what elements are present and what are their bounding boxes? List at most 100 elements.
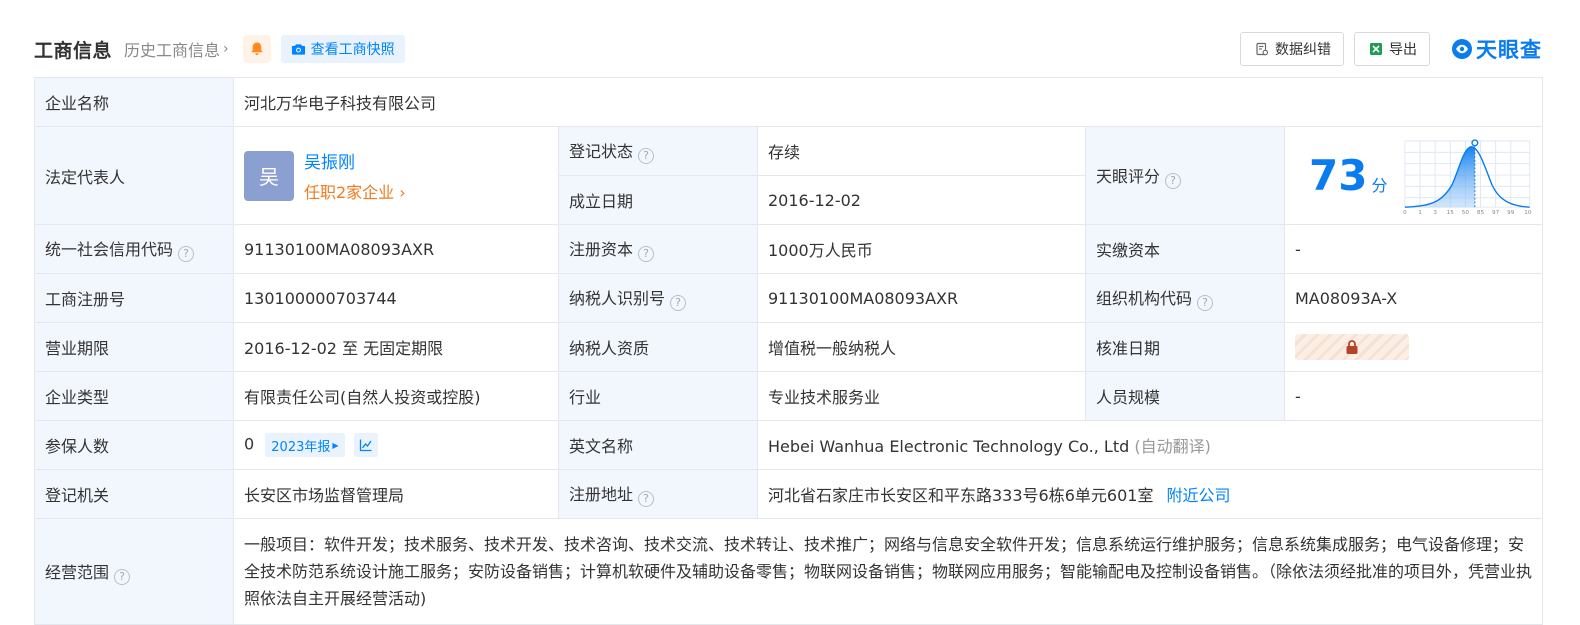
reg-capital-label-cell: 注册资本? bbox=[558, 224, 758, 274]
authority-value: 长安区市场监督管理局 bbox=[233, 469, 559, 519]
tianyancha-logo-icon bbox=[1452, 39, 1472, 59]
authority-label: 登记机关 bbox=[34, 469, 234, 519]
table-row: 统一社会信用代码? 91130100MA08093AXR 注册资本? 1000万… bbox=[34, 224, 1544, 274]
help-icon[interactable]: ? bbox=[114, 568, 131, 585]
help-icon[interactable]: ? bbox=[178, 246, 195, 262]
chevron-right-icon: › bbox=[399, 183, 406, 202]
type-value: 有限责任公司(自然人投资或控股) bbox=[233, 371, 559, 421]
tax-qual-value: 增值税一般纳税人 bbox=[757, 322, 1086, 372]
table-row: 经营范围? 一般项目：软件开发；技术服务、技术开发、技术咨询、技术交流、技术转让… bbox=[34, 518, 1544, 625]
address-value: 河北省石家庄市长安区和平东路333号6栋6单元601室 bbox=[768, 486, 1154, 505]
excel-icon bbox=[1370, 43, 1382, 55]
term-label: 营业期限 bbox=[34, 322, 234, 372]
status-label: 登记状态 bbox=[569, 142, 634, 161]
table-row: 企业名称 河北万华电子科技有限公司 bbox=[34, 77, 1544, 127]
org-code-value: MA08093A-X bbox=[1283, 273, 1544, 323]
score-axis-tick: 3 bbox=[1434, 209, 1438, 215]
type-label: 企业类型 bbox=[34, 371, 234, 421]
section-header: 工商信息 历史工商信息 › 查看工商快照 数据纠错 导出 天眼查 bbox=[34, 32, 1542, 66]
table-row: 登记机关 长安区市场监督管理局 注册地址? 河北省石家庄市长安区和平东路333号… bbox=[34, 469, 1544, 519]
help-icon[interactable]: ? bbox=[1165, 172, 1182, 189]
annual-report-label: 2023年报 bbox=[271, 439, 331, 455]
credit-code-label: 统一社会信用代码 bbox=[45, 240, 174, 259]
approval-date-label: 核准日期 bbox=[1085, 322, 1285, 372]
export-button[interactable]: 导出 bbox=[1354, 32, 1430, 66]
legal-rep-label: 法定代表人 bbox=[34, 126, 234, 225]
help-icon[interactable]: ? bbox=[638, 491, 655, 507]
data-correction-button[interactable]: 数据纠错 bbox=[1240, 32, 1344, 66]
help-icon[interactable]: ? bbox=[1197, 295, 1214, 311]
staff-value: - bbox=[1283, 371, 1544, 421]
approval-date-cell bbox=[1283, 322, 1544, 372]
legal-rep-jobs-link[interactable]: 任职2家企业 › bbox=[304, 179, 406, 203]
term-value: 2016-12-02 至 无固定期限 bbox=[233, 322, 559, 372]
scope-label: 经营范围 bbox=[45, 562, 110, 582]
english-name-cell: Hebei Wanhua Electronic Technology Co., … bbox=[756, 420, 1544, 470]
logo-text: 天眼查 bbox=[1476, 38, 1542, 62]
chevron-right-icon: › bbox=[223, 41, 229, 57]
tianyancha-logo[interactable]: 天眼查 bbox=[1450, 34, 1542, 64]
view-snapshot-button[interactable]: 查看工商快照 bbox=[280, 35, 405, 63]
insured-value: 0 bbox=[244, 434, 255, 454]
address-label: 注册地址 bbox=[569, 485, 634, 504]
table-row: 企业类型 有限责任公司(自然人投资或控股) 行业 专业技术服务业 人员规模 - bbox=[34, 371, 1544, 421]
annual-report-tag[interactable]: 2023年报 ▶ bbox=[265, 433, 345, 457]
locked-value-box[interactable] bbox=[1295, 334, 1409, 360]
score-axis-tick: 15 bbox=[1447, 209, 1455, 215]
industry-label: 行业 bbox=[558, 371, 758, 421]
help-icon[interactable]: ? bbox=[638, 148, 655, 164]
business-info-panel: 工商信息 历史工商信息 › 查看工商快照 数据纠错 导出 天眼查 企业名称 河北… bbox=[12, 0, 1568, 625]
tax-qual-label: 纳税人资质 bbox=[558, 322, 758, 372]
status-value: 存续 bbox=[757, 126, 1086, 176]
score-axis-tick: 50 bbox=[1462, 209, 1470, 215]
reg-capital-value: 1000万人民币 bbox=[757, 224, 1086, 274]
history-info-link[interactable]: 历史工商信息 › bbox=[124, 37, 229, 61]
insured-label: 参保人数 bbox=[34, 420, 234, 470]
lock-icon bbox=[1346, 340, 1358, 354]
score-cell[interactable]: 73 分 0 1 3 15 50 85 97 99 10 bbox=[1283, 126, 1544, 225]
score-distribution-chart: 0 1 3 15 50 85 97 99 100 bbox=[1404, 138, 1532, 215]
biz-reg-no-label: 工商注册号 bbox=[34, 273, 234, 323]
credit-code-value: 91130100MA08093AXR bbox=[233, 224, 559, 274]
monitor-bell-button[interactable] bbox=[242, 35, 271, 63]
table-row: 工商注册号 130100000703744 纳税人识别号? 91130100MA… bbox=[34, 273, 1544, 323]
score-axis-tick: 97 bbox=[1493, 209, 1501, 215]
score-axis-tick: 0 bbox=[1404, 209, 1408, 215]
industry-value: 专业技术服务业 bbox=[757, 371, 1086, 421]
org-code-label: 组织机构代码 bbox=[1096, 289, 1193, 308]
legal-rep-cell: 吴 吴振刚 任职2家企业 › bbox=[233, 126, 559, 225]
score-unit: 分 bbox=[1371, 175, 1388, 195]
biz-reg-no-value: 130100000703744 bbox=[233, 273, 559, 323]
status-label-cell: 登记状态? bbox=[558, 126, 758, 176]
header-actions: 数据纠错 导出 天眼查 bbox=[1230, 32, 1542, 66]
company-name: 河北万华电子科技有限公司 bbox=[232, 77, 1544, 127]
line-chart-icon bbox=[359, 439, 372, 452]
address-label-cell: 注册地址? bbox=[558, 469, 758, 519]
score-axis-tick: 85 bbox=[1477, 209, 1485, 215]
help-icon[interactable]: ? bbox=[670, 295, 687, 311]
scope-value: 一般项目：软件开发；技术服务、技术开发、技术咨询、技术交流、技术转让、技术推广；… bbox=[232, 518, 1544, 625]
data-correction-label: 数据纠错 bbox=[1275, 42, 1331, 58]
paid-capital-value: - bbox=[1283, 224, 1544, 274]
help-icon[interactable]: ? bbox=[638, 246, 655, 262]
score-label-cell: 天眼评分? bbox=[1085, 126, 1285, 225]
english-name-label: 英文名称 bbox=[558, 420, 758, 470]
taxpayer-id-label: 纳税人识别号 bbox=[569, 289, 666, 308]
nearby-companies-link[interactable]: 附近公司 bbox=[1167, 486, 1231, 505]
score-axis-tick: 100 bbox=[1525, 209, 1532, 215]
credit-code-label-cell: 统一社会信用代码? bbox=[34, 224, 234, 274]
history-info-label: 历史工商信息 bbox=[124, 41, 221, 60]
score-axis-tick: 1 bbox=[1419, 209, 1423, 215]
business-info-table: 企业名称 河北万华电子科技有限公司 法定代表人 吴 吴振刚 任职2家企业 › 登… bbox=[34, 77, 1544, 625]
legal-rep-name-link[interactable]: 吴振刚 bbox=[304, 148, 406, 173]
auto-translate-note: (自动翻译) bbox=[1134, 437, 1211, 456]
reg-capital-label: 注册资本 bbox=[569, 240, 634, 259]
org-code-label-cell: 组织机构代码? bbox=[1085, 273, 1285, 323]
english-name-value: Hebei Wanhua Electronic Technology Co., … bbox=[768, 437, 1130, 456]
score-number: 73 bbox=[1309, 150, 1368, 200]
table-row: 营业期限 2016-12-02 至 无固定期限 纳税人资质 增值税一般纳税人 核… bbox=[34, 322, 1544, 372]
trend-chart-button[interactable] bbox=[353, 433, 378, 457]
score-label: 天眼评分 bbox=[1096, 166, 1161, 186]
avatar[interactable]: 吴 bbox=[244, 150, 294, 201]
legal-rep-jobs-text: 任职2家企业 bbox=[304, 183, 395, 202]
